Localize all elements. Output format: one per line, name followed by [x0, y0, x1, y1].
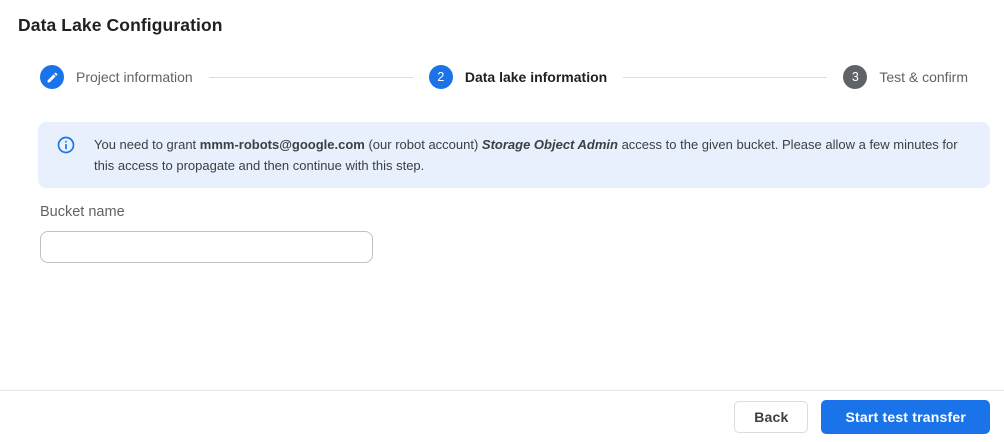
stepper-connector	[623, 77, 827, 78]
footer-action-bar: Back Start test transfer	[0, 390, 1004, 442]
step-label-data-lake-information: Data lake information	[465, 69, 607, 85]
stepper-step-data-lake-information[interactable]: 2 Data lake information	[429, 65, 607, 89]
step-3-number: 3	[852, 70, 859, 84]
stepper: Project information 2 Data lake informat…	[40, 64, 968, 90]
step-2-number: 2	[437, 70, 444, 84]
info-banner: You need to grant mmm-robots@google.com …	[38, 122, 990, 188]
info-banner-message: You need to grant mmm-robots@google.com …	[94, 134, 970, 176]
stepper-connector	[209, 77, 413, 78]
start-test-transfer-button[interactable]: Start test transfer	[821, 400, 990, 434]
data-lake-configuration-page: Data Lake Configuration Project informat…	[0, 0, 1004, 442]
page-title: Data Lake Configuration	[18, 15, 223, 36]
step-label-project-information: Project information	[76, 69, 193, 85]
edit-icon	[40, 65, 64, 89]
back-button[interactable]: Back	[734, 401, 808, 433]
stepper-step-project-information[interactable]: Project information	[40, 65, 193, 89]
step-2-badge: 2	[429, 65, 453, 89]
info-icon	[56, 135, 76, 155]
stepper-step-test-confirm[interactable]: 3 Test & confirm	[843, 65, 968, 89]
step-3-badge: 3	[843, 65, 867, 89]
bucket-name-field: Bucket name	[40, 204, 373, 263]
bucket-name-label: Bucket name	[40, 204, 373, 220]
step-label-test-confirm: Test & confirm	[879, 69, 968, 85]
bucket-name-input[interactable]	[40, 231, 373, 263]
